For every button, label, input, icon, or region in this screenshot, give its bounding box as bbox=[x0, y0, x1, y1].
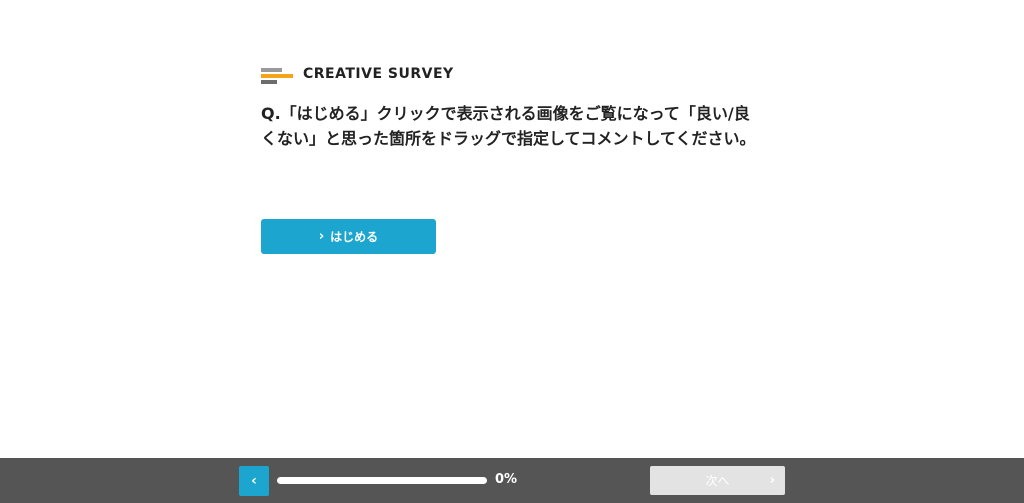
next-button[interactable]: 次へ › bbox=[650, 466, 785, 495]
logo-bar-gray bbox=[261, 68, 282, 72]
progress-bar bbox=[277, 477, 487, 484]
chevron-right-icon: › bbox=[769, 473, 775, 488]
question-text: Q.「はじめる」クリックで表示される画像をご覧になって「良い/良くない」と思った… bbox=[261, 104, 756, 148]
start-button[interactable]: › はじめる bbox=[261, 219, 436, 254]
creative-survey-logo-icon bbox=[261, 65, 293, 84]
chevron-left-icon: ‹ bbox=[251, 473, 257, 489]
survey-intro: CREATIVE SURVEY Q.「はじめる」クリックで表示される画像をご覧に… bbox=[261, 62, 761, 151]
logo-bar-dark bbox=[261, 80, 277, 84]
chevron-right-icon: › bbox=[318, 229, 325, 244]
brand-header: CREATIVE SURVEY bbox=[261, 62, 761, 86]
next-button-label: 次へ bbox=[705, 474, 730, 488]
logo-bar-orange bbox=[261, 74, 293, 78]
brand-name: CREATIVE SURVEY bbox=[303, 66, 454, 82]
survey-page: CREATIVE SURVEY Q.「はじめる」クリックで表示される画像をご覧に… bbox=[0, 0, 1024, 503]
progress-percent: 0% bbox=[495, 472, 518, 487]
back-button[interactable]: ‹ bbox=[239, 466, 269, 496]
footer-nav: ‹ 0% 次へ › bbox=[0, 458, 1024, 503]
start-button-label: はじめる bbox=[330, 230, 379, 244]
